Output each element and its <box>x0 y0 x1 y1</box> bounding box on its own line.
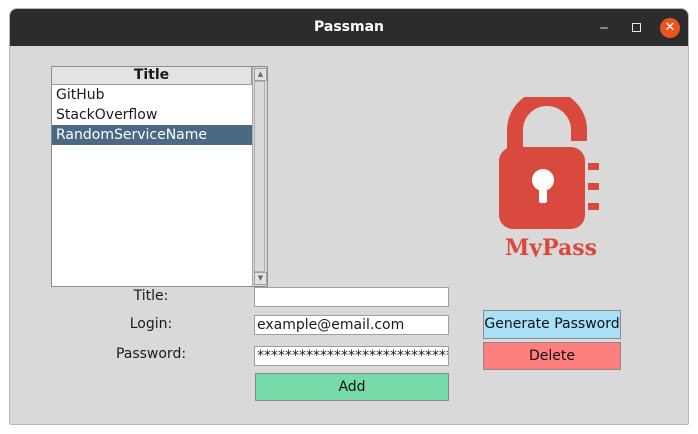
scroll-down-icon[interactable]: ▼ <box>254 272 267 285</box>
close-icon[interactable]: ✕ <box>660 18 680 38</box>
entries-list[interactable]: Title GitHub StackOverflow RandomService… <box>51 66 268 287</box>
minimize-icon[interactable]: ‒ <box>594 18 614 38</box>
app-window: Passman ‒ ✕ Title GitHub StackOverflow R… <box>9 8 689 425</box>
window-title: Passman <box>314 19 384 35</box>
list-item[interactable]: GitHub <box>52 85 252 105</box>
title-input[interactable] <box>254 287 449 307</box>
padlock-icon: MyPass <box>499 97 599 257</box>
login-label: Login: <box>129 316 173 332</box>
list-item-selected[interactable]: RandomServiceName <box>52 125 252 145</box>
scroll-up-icon[interactable]: ▲ <box>254 68 267 81</box>
title-label: Title: <box>133 288 169 304</box>
login-input[interactable]: example@email.com <box>254 315 449 335</box>
delete-button[interactable]: Delete <box>483 342 621 370</box>
title-bar[interactable]: Passman ‒ ✕ <box>10 9 688 46</box>
list-column-header-title[interactable]: Title <box>52 67 252 85</box>
list-rows: GitHub StackOverflow RandomServiceName <box>52 85 252 145</box>
password-label: Password: <box>115 346 187 362</box>
add-button[interactable]: Add <box>255 373 449 401</box>
maximize-icon[interactable] <box>626 18 646 38</box>
logo-text: MyPass <box>505 235 597 257</box>
generate-password-button[interactable]: Generate Password <box>483 310 621 339</box>
password-input[interactable]: ****************************** <box>254 346 449 366</box>
scrollbar-thumb[interactable] <box>254 81 265 272</box>
list-scrollbar[interactable]: ▲ ▼ <box>252 67 267 286</box>
list-item[interactable]: StackOverflow <box>52 105 252 125</box>
